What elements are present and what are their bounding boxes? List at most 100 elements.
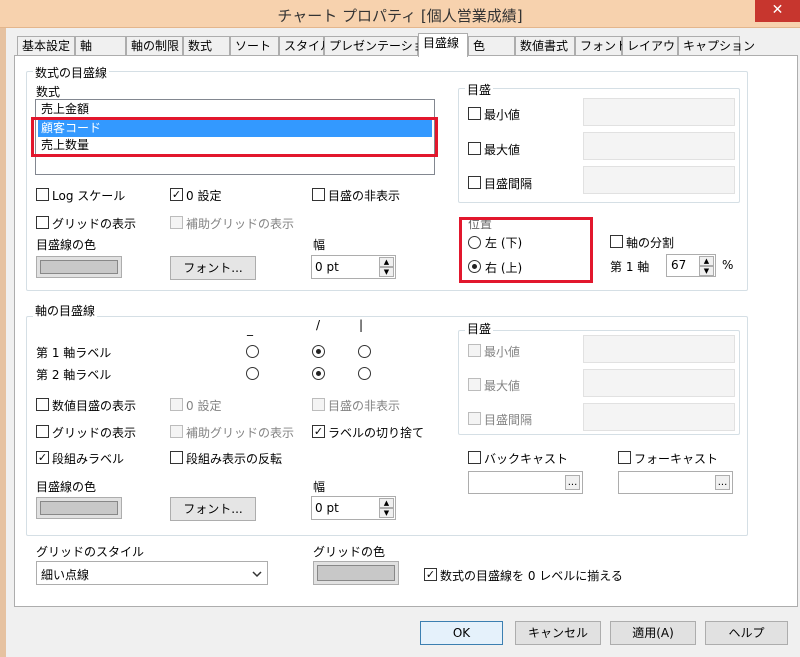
- axis1-row-label: 第 1 軸ラベル: [36, 346, 112, 360]
- min-label: 最小値: [484, 108, 521, 122]
- axis1-style-slant-radio[interactable]: [312, 345, 325, 358]
- help-button[interactable]: ヘルプ: [705, 621, 788, 645]
- line-color-button[interactable]: [36, 256, 122, 278]
- ok-button[interactable]: OK: [420, 621, 503, 645]
- axis1-spinner[interactable]: 67 ▲ ▼: [666, 254, 716, 277]
- spin-down-icon[interactable]: ▼: [699, 266, 714, 276]
- show-grid-checkbox[interactable]: [36, 216, 49, 229]
- col-header-underscore: _: [247, 322, 253, 336]
- interval-checkbox[interactable]: [468, 176, 481, 189]
- backcast-checkbox[interactable]: [468, 451, 481, 464]
- backcast-browse-button[interactable]: ...: [565, 475, 580, 490]
- axis1-style-flat-radio[interactable]: [246, 345, 259, 358]
- grid-color-swatch: [317, 565, 395, 581]
- forecast-label: フォーキャスト: [634, 452, 719, 466]
- axis-max-checkbox[interactable]: [468, 378, 481, 391]
- window-title: チャート プロパティ [個人営業成績]: [277, 7, 523, 25]
- spin-down-icon[interactable]: ▼: [379, 267, 394, 277]
- interval-label: 目盛間隔: [484, 177, 533, 191]
- axis-min-checkbox[interactable]: [468, 344, 481, 357]
- forecast-checkbox[interactable]: [618, 451, 631, 464]
- axis-min-label: 最小値: [484, 345, 521, 359]
- tab-font[interactable]: フォント: [575, 36, 628, 56]
- formula-list-label: 数式: [36, 85, 61, 99]
- width-spinner[interactable]: 0 pt ▲ ▼: [311, 255, 396, 279]
- axis-aux-grid-checkbox[interactable]: [170, 425, 183, 438]
- axis-width-spinner[interactable]: 0 pt ▲ ▼: [311, 496, 396, 520]
- backcast-input[interactable]: ...: [468, 471, 583, 494]
- min-input[interactable]: [583, 98, 735, 126]
- width-value[interactable]: 0 pt: [315, 260, 339, 274]
- tab-color[interactable]: 色: [468, 36, 515, 56]
- reverse-stacked-checkbox[interactable]: [170, 451, 183, 464]
- axis1-style-vertical-radio[interactable]: [358, 345, 371, 358]
- tab-axis-limits[interactable]: 軸の制限: [126, 36, 183, 56]
- axis1-value[interactable]: 67: [671, 258, 686, 272]
- axis2-style-slant-radio[interactable]: [312, 367, 325, 380]
- forecast-browse-button[interactable]: ...: [715, 475, 730, 490]
- aux-grid-checkbox[interactable]: [170, 216, 183, 229]
- axis1-label: 第 1 軸: [610, 260, 650, 274]
- axis-zero-checkbox[interactable]: [170, 398, 183, 411]
- axis-width-value[interactable]: 0 pt: [315, 501, 339, 515]
- axis-show-grid-label: グリッドの表示: [52, 426, 137, 440]
- tab-formula[interactable]: 数式: [183, 36, 230, 56]
- formula-ticks-title: 目盛: [465, 81, 494, 98]
- align-zero-label: 数式の目盛線を 0 レベルに揃える: [440, 569, 623, 583]
- col-header-slash: /: [316, 318, 321, 332]
- aux-grid-label: 補助グリッドの表示: [186, 217, 295, 231]
- tab-caption[interactable]: キャプション: [678, 36, 755, 56]
- apply-button[interactable]: 適用(A): [610, 621, 696, 645]
- cancel-button[interactable]: キャンセル: [515, 621, 601, 645]
- axis-split-label: 軸の分割: [626, 236, 675, 250]
- interval-input[interactable]: [583, 166, 735, 194]
- tab-style[interactable]: スタイル: [279, 36, 332, 56]
- log-scale-label: Log スケール: [52, 189, 126, 203]
- axis-max-label: 最大値: [484, 379, 521, 393]
- axis-min-input[interactable]: [583, 335, 735, 363]
- axis2-style-flat-radio[interactable]: [246, 367, 259, 380]
- max-input[interactable]: [583, 132, 735, 160]
- max-label: 最大値: [484, 143, 521, 157]
- formula-gridlines-title: 数式の目盛線: [33, 64, 110, 81]
- tab-layout[interactable]: レイアウト: [622, 36, 687, 56]
- grid-style-select[interactable]: 細い点線: [36, 561, 268, 585]
- tab-number-format[interactable]: 数値書式: [515, 36, 575, 56]
- close-button[interactable]: ✕: [755, 0, 800, 22]
- tab-axis[interactable]: 軸: [75, 36, 126, 56]
- axis-line-color-button[interactable]: [36, 497, 122, 519]
- stacked-labels-checkbox[interactable]: ✓: [36, 451, 49, 464]
- show-value-ticks-checkbox[interactable]: [36, 398, 49, 411]
- grid-style-label: グリッドのスタイル: [36, 545, 145, 559]
- spin-up-icon[interactable]: ▲: [699, 256, 714, 266]
- axis-show-grid-checkbox[interactable]: [36, 425, 49, 438]
- tab-basic[interactable]: 基本設定: [17, 36, 75, 56]
- hide-ticks-label: 目盛の非表示: [328, 189, 401, 203]
- list-item[interactable]: 売上金額: [38, 101, 432, 118]
- truncate-labels-checkbox[interactable]: ✓: [312, 425, 325, 438]
- axis-interval-input[interactable]: [583, 403, 735, 431]
- spin-up-icon[interactable]: ▲: [379, 257, 394, 267]
- min-checkbox[interactable]: [468, 107, 481, 120]
- max-checkbox[interactable]: [468, 142, 481, 155]
- axis-max-input[interactable]: [583, 369, 735, 397]
- axis2-style-vertical-radio[interactable]: [358, 367, 371, 380]
- axis-zero-label: 0 設定: [186, 399, 222, 413]
- tab-presentation[interactable]: プレゼンテーション: [324, 36, 437, 56]
- log-scale-checkbox[interactable]: [36, 188, 49, 201]
- axis-hide-ticks-checkbox[interactable]: [312, 398, 325, 411]
- hide-ticks-checkbox[interactable]: [312, 188, 325, 201]
- tab-sort[interactable]: ソート: [230, 36, 279, 56]
- axis-interval-checkbox[interactable]: [468, 412, 481, 425]
- spin-down-icon[interactable]: ▼: [379, 508, 394, 518]
- forecast-input[interactable]: ...: [618, 471, 733, 494]
- show-value-ticks-label: 数値目盛の表示: [52, 399, 137, 413]
- font-button[interactable]: フォント...: [170, 256, 256, 280]
- zero-setting-checkbox[interactable]: ✓: [170, 188, 183, 201]
- align-zero-checkbox[interactable]: ✓: [424, 568, 437, 581]
- axis-split-checkbox[interactable]: [610, 235, 623, 248]
- spin-up-icon[interactable]: ▲: [379, 498, 394, 508]
- tab-gridlines[interactable]: 目盛線: [418, 33, 468, 57]
- axis-font-button[interactable]: フォント...: [170, 497, 256, 521]
- grid-color-button[interactable]: [313, 561, 399, 585]
